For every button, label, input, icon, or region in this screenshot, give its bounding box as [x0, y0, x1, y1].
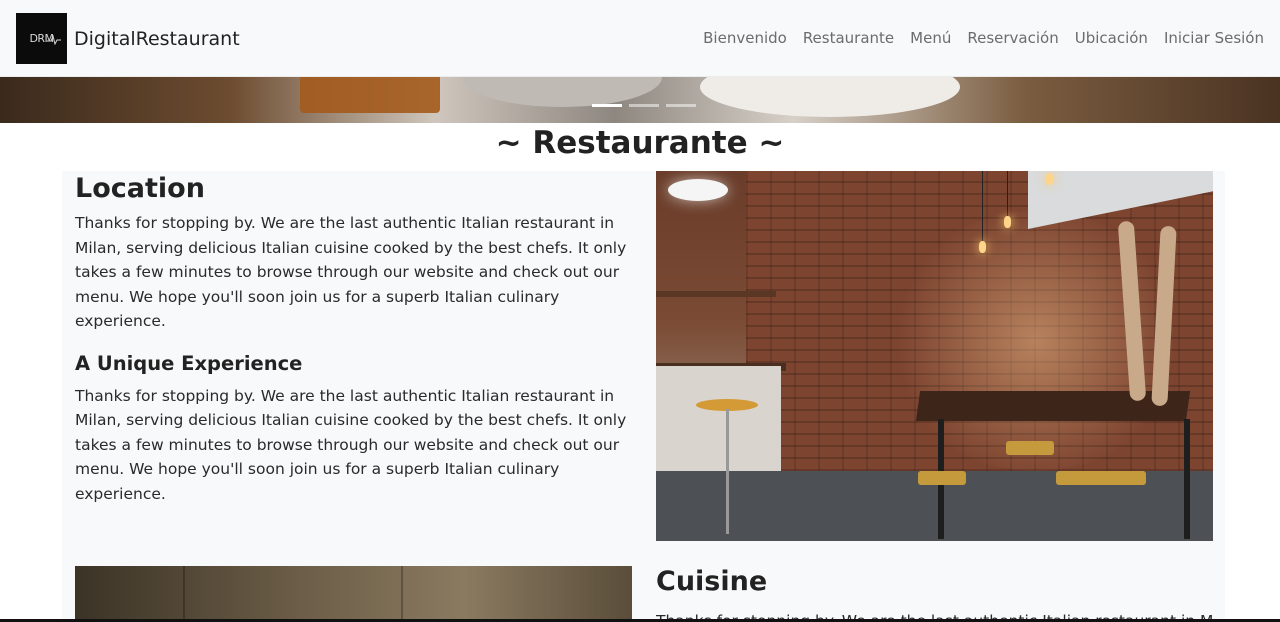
nav-link-restaurante[interactable]: Restaurante	[803, 29, 894, 47]
chair	[1006, 441, 1054, 455]
brand-link[interactable]: DRM DigitalRestaurant	[16, 13, 240, 64]
location-paragraph: Thanks for stopping by. We are the last …	[75, 214, 627, 330]
chair	[1056, 471, 1146, 485]
dining-table	[915, 391, 1191, 421]
section-title: ~ Restaurante ~	[495, 125, 785, 161]
carousel-indicators	[592, 104, 696, 107]
logo: DRM	[16, 13, 67, 64]
nav-link-reservacion[interactable]: Reservación	[967, 29, 1058, 47]
lamp-wire	[1007, 171, 1008, 216]
brand-name: DigitalRestaurant	[74, 27, 240, 50]
about-text-column: Location Thanks for stopping by. We are …	[75, 171, 631, 506]
dining-room-image	[75, 566, 632, 622]
bulb-icon	[979, 241, 986, 253]
carousel-image-plate	[700, 77, 960, 117]
table-leg	[1184, 419, 1190, 539]
hero-carousel[interactable]	[0, 77, 1280, 123]
carousel-image-plate	[462, 77, 662, 107]
nav-link-bienvenido[interactable]: Bienvenido	[703, 29, 787, 47]
carousel-image-glass	[300, 77, 440, 113]
cuisine-heading: Cuisine	[656, 566, 768, 597]
bar-stool-leg	[726, 409, 729, 534]
heartbeat-icon	[47, 35, 61, 45]
nav-link-menu[interactable]: Menú	[910, 29, 951, 47]
location-heading: Location	[75, 173, 205, 204]
unique-experience-paragraph: Thanks for stopping by. We are the last …	[75, 386, 627, 503]
chair	[918, 471, 966, 485]
carousel-indicator-3[interactable]	[666, 104, 696, 107]
restaurant-interior-image	[656, 171, 1213, 541]
bulb-icon	[1046, 173, 1053, 185]
image-detail	[183, 566, 185, 622]
lamp-wire	[982, 171, 983, 241]
nav-link-iniciar-sesion[interactable]: Iniciar Sesión	[1164, 29, 1264, 47]
bulb-icon	[1004, 216, 1011, 228]
image-detail	[401, 566, 403, 622]
carousel-indicator-2[interactable]	[629, 104, 659, 107]
nav-links: Bienvenido Restaurante Menú Reservación …	[703, 29, 1264, 47]
pendant-lamp	[668, 179, 728, 201]
navbar: DRM DigitalRestaurant Bienvenido Restaur…	[0, 0, 1280, 77]
wall-shelf	[656, 291, 776, 297]
unique-experience-heading: A Unique Experience	[75, 351, 303, 375]
carousel-indicator-1[interactable]	[592, 104, 622, 107]
nav-link-ubicacion[interactable]: Ubicación	[1075, 29, 1148, 47]
